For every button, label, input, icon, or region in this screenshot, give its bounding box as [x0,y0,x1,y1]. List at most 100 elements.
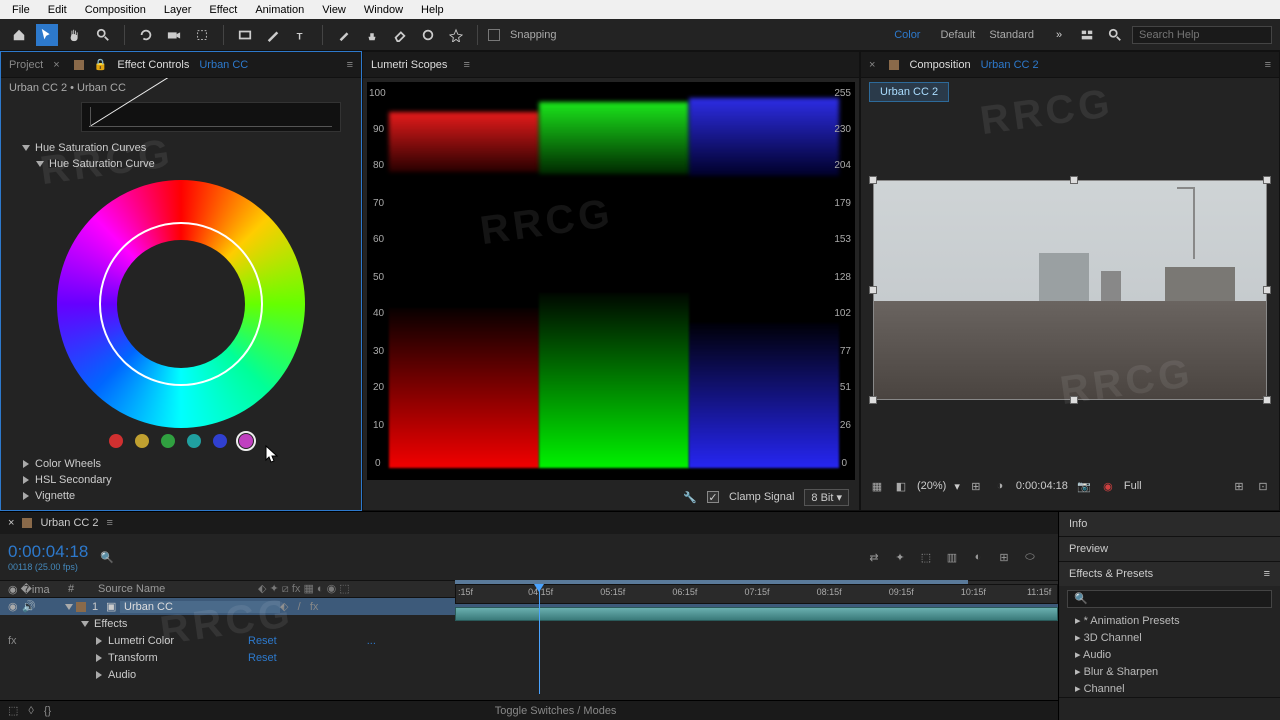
close-tab-icon[interactable]: × [869,59,875,71]
workspace-color-link[interactable]: Color [894,29,920,41]
eraser-tool[interactable] [389,24,411,46]
effects-presets-header[interactable]: Effects & Presets≡ [1059,562,1280,586]
panel-menu-icon[interactable]: ≡ [463,59,469,71]
rectangle-tool[interactable] [234,24,256,46]
panel-menu-icon[interactable]: ≡ [347,59,353,71]
pen-tool[interactable] [262,24,284,46]
hue-saturation-curves-group[interactable]: Hue Saturation Curves [1,140,361,156]
audio-group-row[interactable]: Audio [0,666,1058,683]
close-tab-icon[interactable]: × [8,517,14,529]
vignette-group[interactable]: Vignette [1,488,361,504]
zoom-level[interactable]: (20%) [917,480,946,492]
current-timecode[interactable]: 0:00:04:18 [8,542,88,562]
color-wheels-group[interactable]: Color Wheels [1,456,361,472]
transform-handle[interactable] [869,286,877,294]
snapping-checkbox[interactable] [488,29,500,41]
bit-depth-select[interactable]: 8 Bit ▾ [804,489,849,506]
tl-footer-icon[interactable]: ◊ [28,705,33,717]
workspace-default[interactable]: Default [940,29,975,41]
wrench-icon[interactable]: 🔧 [683,491,697,504]
layer-name[interactable]: Urban CC [120,601,280,613]
layer-row[interactable]: ◉ 🔊 1 ▣ Urban CC ⬖ / fx [0,598,1058,615]
swatch-yellow[interactable] [135,434,149,448]
audio-icon[interactable]: 🔊 [22,600,36,613]
zoom-tool[interactable] [92,24,114,46]
mask-toggle-icon[interactable]: ◑ [992,478,1008,494]
viewer-settings-icon[interactable]: ⊡ [1255,478,1271,494]
tl-footer-icon[interactable]: {} [44,705,51,717]
menu-file[interactable]: File [4,2,38,18]
preset-channel[interactable]: ▸ Channel [1059,680,1280,697]
reset-link[interactable]: Reset [248,635,277,647]
menu-window[interactable]: Window [356,2,411,18]
composition-viewer[interactable] [869,120,1271,468]
layer-color-swatch[interactable] [76,602,86,612]
color-mgmt-icon[interactable]: ◉ [1100,478,1116,494]
menu-view[interactable]: View [314,2,354,18]
workspace-settings-icon[interactable] [1076,24,1098,46]
tab-project[interactable]: Project [9,59,43,71]
snapshot-icon[interactable]: 📷 [1076,478,1092,494]
tl-footer-icon[interactable]: ⬚ [8,704,18,717]
close-tab-icon[interactable]: × [53,59,59,71]
type-tool[interactable]: T [290,24,312,46]
transform-handle[interactable] [869,176,877,184]
camera-tool[interactable] [163,24,185,46]
swatch-cyan[interactable] [187,434,201,448]
viewer-timecode[interactable]: 0:00:04:18 [1016,480,1068,492]
curve-thumbnail[interactable] [81,102,341,132]
menu-edit[interactable]: Edit [40,2,75,18]
graph-editor-icon[interactable]: ⊞ [994,548,1014,566]
transform-group-row[interactable]: Transform Reset [0,649,1058,666]
preset-animation-presets[interactable]: ▸ * Animation Presets [1059,612,1280,629]
options-link[interactable]: ... [367,635,376,647]
roto-brush-tool[interactable] [417,24,439,46]
alpha-icon[interactable]: ◧ [893,478,909,494]
selection-tool[interactable] [36,24,58,46]
preset-blur-sharpen[interactable]: ▸ Blur & Sharpen [1059,663,1280,680]
tab-composition-link[interactable]: Urban CC 2 [981,59,1039,71]
comp-flowchart-icon[interactable]: ⇄ [864,548,884,566]
menu-layer[interactable]: Layer [156,2,200,18]
workspace-standard[interactable]: Standard [989,29,1034,41]
clamp-signal-checkbox[interactable]: ✓ [707,491,719,503]
preset-3d-channel[interactable]: ▸ 3D Channel [1059,629,1280,646]
magnification-icon[interactable]: ▦ [869,478,885,494]
menu-composition[interactable]: Composition [77,2,154,18]
source-name-header[interactable]: Source Name [98,583,258,595]
timeline-search-icon[interactable]: 🔍 [100,551,114,564]
panel-menu-icon[interactable]: ≡ [1265,59,1271,71]
menu-animation[interactable]: Animation [247,2,312,18]
lock-icon[interactable]: 🔒 [94,58,108,71]
swatch-green[interactable] [161,434,175,448]
viewer-grid-icon[interactable]: ⊞ [1231,478,1247,494]
info-panel-header[interactable]: Info [1059,512,1280,536]
resolution-select[interactable]: Full [1124,480,1142,492]
panel-menu-icon[interactable]: ≡ [107,517,113,529]
resolution-icon[interactable]: ⊞ [968,478,984,494]
transform-handle[interactable] [1263,176,1271,184]
menu-effect[interactable]: Effect [201,2,245,18]
hue-saturation-color-wheel[interactable] [57,180,305,428]
comp-mini-tab[interactable]: Urban CC 2 [869,82,949,102]
panel-menu-icon[interactable]: ≡ [1264,568,1270,580]
preset-audio[interactable]: ▸ Audio [1059,646,1280,663]
effects-group-row[interactable]: Effects [0,615,1058,632]
transform-handle[interactable] [1263,286,1271,294]
home-icon[interactable] [8,24,30,46]
effects-search-input[interactable] [1067,590,1272,608]
transform-handle[interactable] [1070,396,1078,404]
transform-handle[interactable] [869,396,877,404]
motion-blur-icon[interactable]: ◐ [968,548,988,566]
hsl-secondary-group[interactable]: HSL Secondary [1,472,361,488]
draft3d-icon[interactable]: ✦ [890,548,910,566]
search-icon[interactable] [1104,24,1126,46]
visibility-icon[interactable]: ◉ [8,600,22,613]
timeline-tab[interactable]: Urban CC 2 [40,517,98,529]
tab-lumetri-scopes[interactable]: Lumetri Scopes [371,59,447,71]
orbit-tool[interactable] [135,24,157,46]
tab-composition[interactable]: Composition [909,59,970,71]
brush-tool[interactable] [333,24,355,46]
preview-panel-header[interactable]: Preview [1059,537,1280,561]
tab-effect-controls[interactable]: Effect Controls [117,59,189,71]
